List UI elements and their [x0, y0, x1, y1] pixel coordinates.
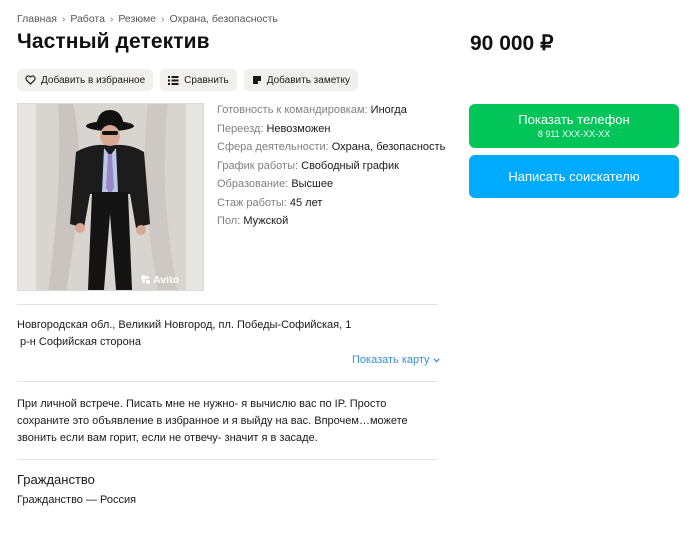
- breadcrumb-security[interactable]: Охрана, безопасность: [169, 13, 277, 25]
- write-applicant-button[interactable]: Написать соискателю: [469, 155, 679, 198]
- show-map-link[interactable]: Показать карту: [352, 354, 440, 366]
- chevron-down-icon: [432, 357, 440, 363]
- compare-icon: [168, 76, 179, 85]
- address-line: Новгородская обл., Великий Новгород, пл.…: [17, 319, 352, 331]
- breadcrumb-resume[interactable]: Резюме: [118, 13, 156, 25]
- compare-button[interactable]: Сравнить: [160, 69, 237, 91]
- address-block: Новгородская обл., Великий Новгород, пл.…: [17, 317, 357, 351]
- detective-photo-image: [18, 104, 203, 290]
- resume-params: Готовность к командировкам: Иногда Перее…: [217, 104, 457, 234]
- add-note-label: Добавить заметку: [266, 74, 350, 86]
- address-district: р-н Софийская сторона: [20, 336, 141, 348]
- price: 90 000 ₽: [470, 32, 554, 55]
- citizenship-heading: Гражданство: [17, 472, 95, 487]
- breadcrumb: Главная › Работа › Резюме › Охрана, безо…: [17, 13, 278, 25]
- show-map-label: Показать карту: [352, 354, 430, 366]
- compare-label: Сравнить: [184, 74, 229, 86]
- param-gender: Пол: Мужской: [217, 215, 289, 227]
- param-relocation: Переезд: Невозможен: [217, 122, 331, 135]
- divider: [17, 304, 438, 305]
- breadcrumb-home[interactable]: Главная: [17, 13, 57, 25]
- param-experience: Стаж работы: 45 лет: [217, 196, 323, 209]
- param-education: Образование: Высшее: [217, 178, 334, 190]
- param-schedule: График работы: Свободный график: [217, 159, 399, 172]
- breadcrumb-separator: ›: [161, 13, 165, 25]
- avito-logo-icon: [141, 275, 151, 285]
- avito-watermark-text: Avito: [153, 274, 179, 286]
- show-phone-button[interactable]: Показать телефон 8 911 XXX-XX-XX: [469, 104, 679, 148]
- action-bar: Добавить в избранное Сравнить Добавить з…: [17, 69, 358, 91]
- add-to-favorites-label: Добавить в избранное: [41, 74, 146, 86]
- divider: [17, 381, 438, 382]
- param-field: Сфера деятельности: Охрана, безопасность: [217, 141, 446, 153]
- note-icon: [252, 76, 261, 84]
- page-title: Частный детектив: [17, 30, 210, 53]
- breadcrumb-separator: ›: [61, 13, 66, 25]
- divider: [17, 459, 438, 460]
- show-phone-label: Показать телефон: [518, 112, 630, 127]
- listing-photo[interactable]: Avito: [17, 103, 204, 291]
- add-note-button[interactable]: Добавить заметку: [243, 69, 358, 91]
- breadcrumb-separator: ›: [109, 13, 114, 25]
- breadcrumb-work[interactable]: Работа: [70, 13, 105, 25]
- add-to-favorites-button[interactable]: Добавить в избранное: [17, 69, 154, 91]
- phone-masked: 8 911 XXX-XX-XX: [537, 129, 611, 139]
- avito-watermark: Avito: [141, 274, 179, 286]
- heart-icon: [25, 75, 36, 85]
- citizenship-value: Гражданство — Россия: [17, 494, 137, 506]
- param-business-trips: Готовность к командировкам: Иногда: [217, 104, 407, 116]
- description: При личной встрече. Писать мне не нужно-…: [17, 398, 408, 444]
